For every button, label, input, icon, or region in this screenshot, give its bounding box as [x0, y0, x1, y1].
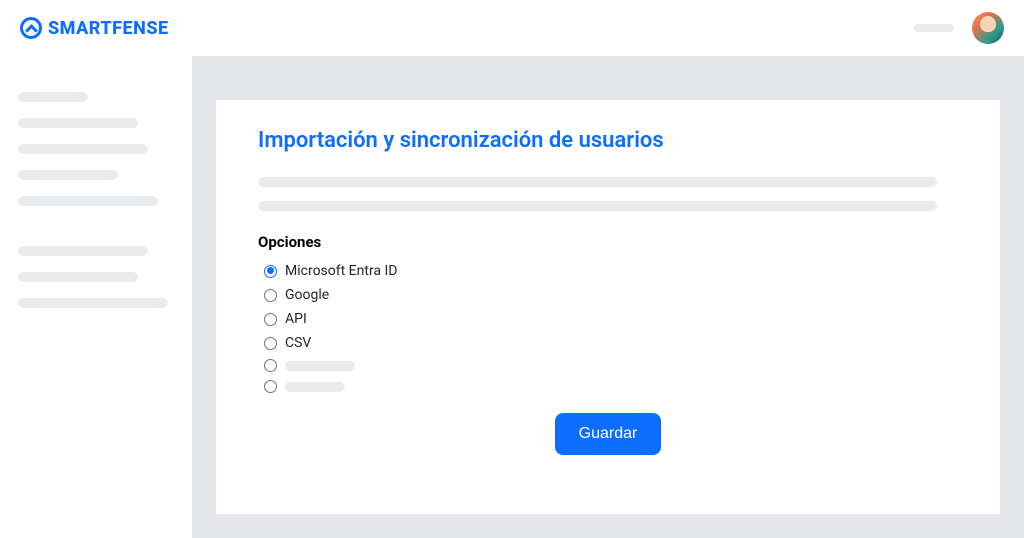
sidebar-item[interactable]: [18, 170, 118, 180]
description-placeholder: [258, 177, 937, 187]
header-placeholder: [914, 24, 954, 32]
sidebar-item[interactable]: [18, 92, 88, 102]
option-label: CSV: [285, 335, 311, 351]
options-heading: Opciones: [258, 233, 958, 251]
option-microsoft-entra-id[interactable]: Microsoft Entra ID: [264, 263, 958, 279]
description-placeholder: [258, 201, 937, 211]
user-avatar[interactable]: [972, 12, 1004, 44]
option-label: API: [285, 311, 307, 327]
sidebar-item[interactable]: [18, 246, 148, 256]
option-label: Microsoft Entra ID: [285, 263, 398, 279]
option-csv[interactable]: CSV: [264, 335, 958, 351]
app-header: SMARTFENSE: [0, 0, 1024, 56]
settings-card: Importación y sincronización de usuarios…: [216, 100, 1000, 514]
save-button[interactable]: Guardar: [555, 413, 662, 455]
sidebar-group-2: [18, 246, 174, 308]
sidebar-item[interactable]: [18, 144, 148, 154]
option-label: Google: [285, 287, 329, 303]
button-row: Guardar: [258, 413, 958, 455]
option-label-placeholder: [285, 361, 355, 371]
radio-icon: [264, 337, 277, 350]
header-right: [914, 12, 1004, 44]
options-radio-group: Microsoft Entra ID Google API CSV: [258, 263, 958, 393]
radio-icon: [264, 359, 277, 372]
sidebar: [0, 56, 192, 538]
option-label-placeholder: [285, 382, 345, 392]
brand-name: SMARTFENSE: [48, 18, 169, 39]
layout: Importación y sincronización de usuarios…: [0, 56, 1024, 538]
option-google[interactable]: Google: [264, 287, 958, 303]
page-title: Importación y sincronización de usuarios: [258, 128, 958, 153]
radio-icon: [264, 313, 277, 326]
option-placeholder[interactable]: [264, 380, 958, 393]
radio-selected-icon: [264, 265, 277, 278]
option-placeholder[interactable]: [264, 359, 958, 372]
radio-icon: [264, 380, 277, 393]
sidebar-group-1: [18, 92, 174, 206]
option-api[interactable]: API: [264, 311, 958, 327]
sidebar-item[interactable]: [18, 118, 138, 128]
main-area: Importación y sincronización de usuarios…: [192, 56, 1024, 538]
logo-icon: [20, 17, 42, 39]
sidebar-item[interactable]: [18, 196, 158, 206]
radio-icon: [264, 289, 277, 302]
sidebar-item[interactable]: [18, 298, 168, 308]
sidebar-item[interactable]: [18, 272, 138, 282]
brand-logo[interactable]: SMARTFENSE: [20, 17, 169, 39]
